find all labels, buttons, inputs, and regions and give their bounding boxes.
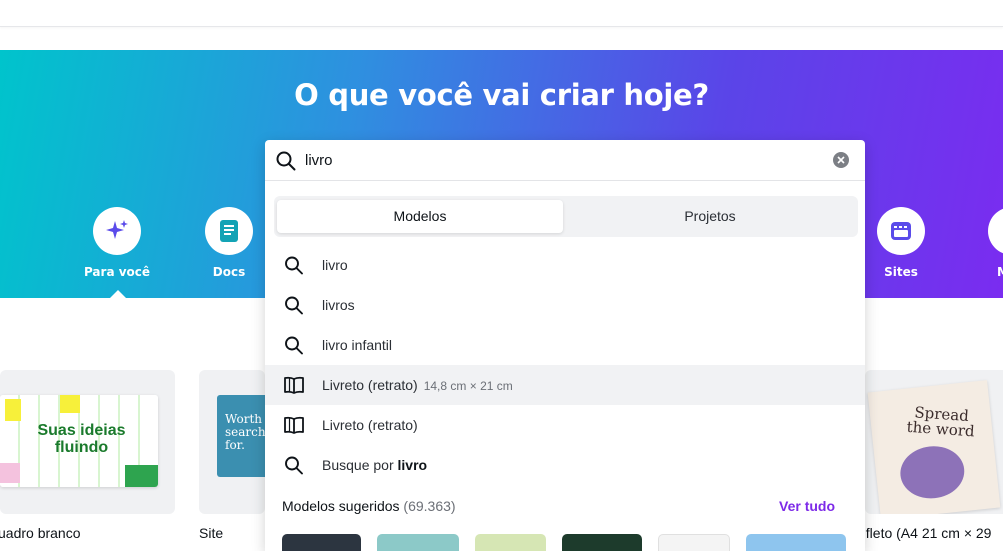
template-thumbnail[interactable] [282,534,361,551]
category-label: M [997,265,1003,279]
website-icon [877,207,925,255]
search-input[interactable]: livro [305,152,333,169]
card-preview: Suas ideias fluindo [0,395,158,487]
card-preview: Worth searching for. [217,395,265,477]
card-panfleto[interactable]: Spread the word [865,370,1003,514]
book-icon [283,415,305,435]
card-quadro-branco[interactable]: Suas ideias fluindo [0,370,175,514]
sparkle-icon [93,207,141,255]
template-thumbnail[interactable] [658,534,730,551]
suggestion-item[interactable]: livro [265,245,865,285]
suggestion-search-for[interactable]: Busque por livro [265,445,865,485]
suggested-count: (69.363) [403,498,456,514]
category-more[interactable]: M [974,207,1003,279]
card-site[interactable]: Worth searching for. [199,370,265,514]
card-preview-text: Spread the word [906,403,976,441]
category-label: Para você [83,265,151,279]
suggested-heading: Modelos sugeridos (69.363) [282,498,456,514]
suggestion-text: Busque por livro [322,457,428,473]
card-preview: Spread the word [867,380,1001,514]
hero-title: O que você vai criar hoje? [294,78,709,112]
suggestion-item-livreto[interactable]: Livreto (retrato) [265,405,865,445]
suggestion-item[interactable]: livro infantil [265,325,865,365]
template-thumbnail[interactable] [562,534,642,551]
category-label: Sites [884,265,918,279]
search-dropdown: livro Modelos Projetos livro livros livr… [265,140,865,551]
top-bar [0,0,1003,27]
search-icon [275,150,297,177]
search-icon [283,295,305,315]
template-thumbnail[interactable] [746,534,846,551]
card-preview-text: Worth searching for. [225,412,265,452]
suggestion-text: Livreto (retrato) [322,417,418,433]
search-icon [283,335,305,355]
book-icon [283,375,305,395]
tab-modelos[interactable]: Modelos [277,200,563,233]
suggestion-dimensions: 14,8 cm × 21 cm [423,379,513,393]
suggestion-text: Livreto (retrato) 14,8 cm × 21 cm [322,377,513,393]
tab-projetos[interactable]: Projetos [566,200,854,233]
search-tabs: Modelos Projetos [274,196,858,237]
suggestion-item-livreto[interactable]: Livreto (retrato) 14,8 cm × 21 cm [265,365,865,405]
card-label: uadro branco [0,525,81,541]
suggestion-item[interactable]: livros [265,285,865,325]
selected-caret [109,290,127,299]
template-thumbnail[interactable] [377,534,459,551]
card-label: Site [199,525,224,541]
category-para-voce[interactable]: Para você [77,207,157,279]
see-all-link[interactable]: Ver tudo [779,498,835,514]
search-icon [283,455,305,475]
clear-icon[interactable] [833,152,849,168]
category-docs[interactable]: Docs [189,207,269,279]
search-bar: livro [265,140,865,181]
suggestion-text: livro infantil [322,337,393,353]
suggestion-text: livros [322,297,355,313]
suggestion-text: livro [322,257,348,273]
category-label: Docs [212,265,246,279]
card-preview-text: Suas ideias fluindo [37,422,126,456]
template-thumbnail[interactable] [475,534,546,551]
more-icon [988,207,1003,255]
card-label: nfleto (A4 21 cm × 29 [858,525,992,541]
doc-icon [205,207,253,255]
search-icon [283,255,305,275]
category-sites[interactable]: Sites [861,207,941,279]
